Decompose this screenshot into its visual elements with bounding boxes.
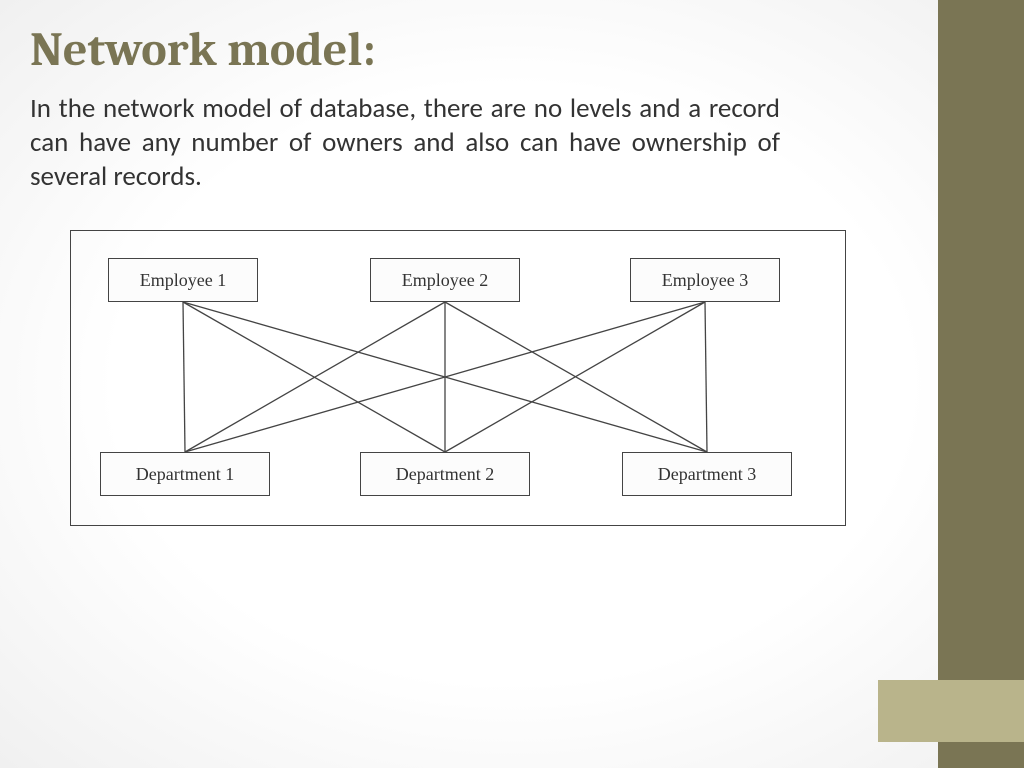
node-employee-3: Employee 3 xyxy=(630,258,780,302)
decor-sidebar-dark xyxy=(938,0,1024,768)
edge-line xyxy=(183,302,185,452)
node-employee-2: Employee 2 xyxy=(370,258,520,302)
decor-sidebar-light xyxy=(878,680,1024,742)
slide-body-text: In the network model of database, there … xyxy=(30,92,780,193)
node-department-1: Department 1 xyxy=(100,452,270,496)
node-employee-1: Employee 1 xyxy=(108,258,258,302)
edge-line xyxy=(705,302,707,452)
node-department-2: Department 2 xyxy=(360,452,530,496)
node-department-3: Department 3 xyxy=(622,452,792,496)
network-diagram: Employee 1 Employee 2 Employee 3 Departm… xyxy=(70,230,850,530)
slide-title: Network model: xyxy=(30,22,376,77)
